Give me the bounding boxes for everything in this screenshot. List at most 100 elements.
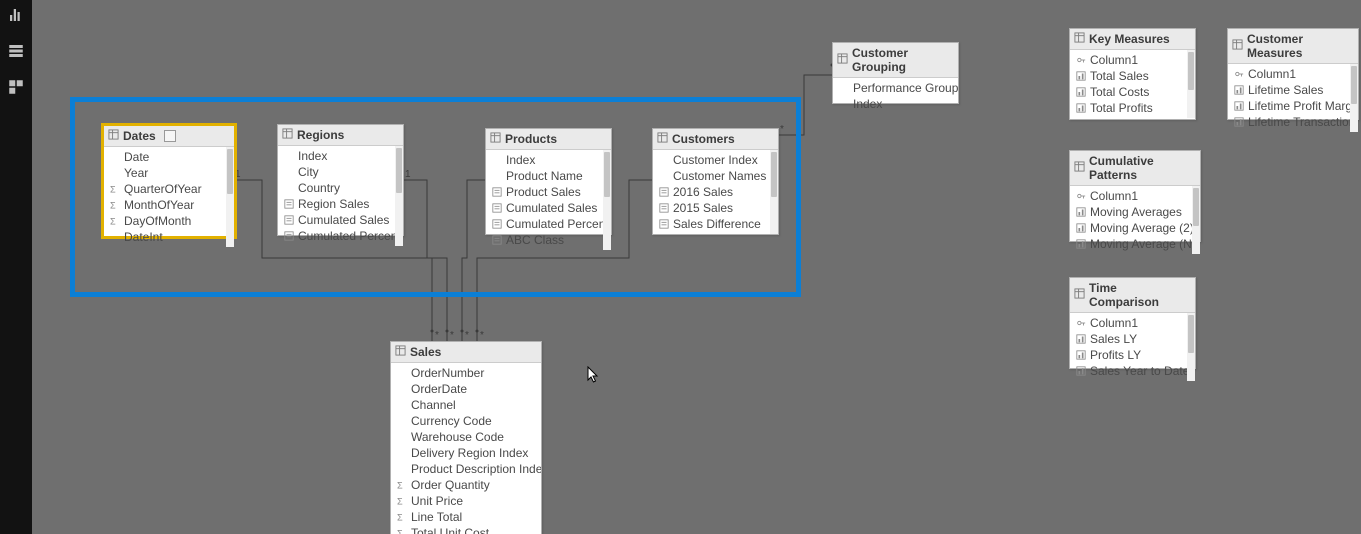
field-row[interactable]: ΣLine Total [391,509,541,525]
scrollbar[interactable] [1187,313,1195,381]
field-row[interactable]: Lifetime Transactions [1228,114,1358,130]
table-header[interactable]: Regions [278,125,403,146]
field-row[interactable]: Warehouse Code [391,429,541,445]
field-row[interactable]: Sales Year to Date [1070,363,1195,379]
scrollbar-thumb[interactable] [1188,52,1194,90]
field-row[interactable]: Year [104,165,234,181]
field-row[interactable]: Channel [391,397,541,413]
field-row[interactable]: Cumulated Sales [486,200,611,216]
scrollbar-thumb[interactable] [604,152,610,197]
scrollbar[interactable] [1192,186,1200,254]
field-row[interactable]: Customer Names [653,168,778,184]
table-header[interactable]: Time Comparison [1070,278,1195,313]
table-header[interactable]: Key Measures [1070,29,1195,50]
blank-icon [492,155,502,165]
table-keymeasures[interactable]: Key Measures Column1Total SalesTotal Cost… [1069,28,1196,120]
field-row[interactable]: Date [104,149,234,165]
data-view-icon[interactable] [7,42,25,60]
field-row[interactable]: Index [486,152,611,168]
field-row[interactable]: ΣQuarterOfYear [104,181,234,197]
field-row[interactable]: ΣMonthOfYear [104,197,234,213]
scrollbar-thumb[interactable] [1193,188,1199,226]
field-row[interactable]: ΣDayOfMonth [104,213,234,229]
diagram-canvas[interactable]: 1*1*1*1**1 DatesDateYearΣQuarterOfYearΣM… [32,0,1361,534]
field-row[interactable]: 2016 Sales [653,184,778,200]
field-row[interactable]: Column1 [1070,52,1195,68]
table-header[interactable]: Dates [104,126,234,147]
blank-icon [397,448,407,458]
table-header[interactable]: Customer Measures [1228,29,1358,64]
scrollbar[interactable] [603,150,611,250]
scrollbar-thumb[interactable] [396,148,402,193]
field-row[interactable]: ABC Class [486,232,611,248]
field-row[interactable]: OrderDate [391,381,541,397]
field-row[interactable]: Moving Averages [1070,204,1200,220]
field-row[interactable]: 2015 Sales [653,200,778,216]
field-row[interactable]: Profits LY [1070,347,1195,363]
field-row[interactable]: Country [278,180,403,196]
field-row[interactable]: Product Sales [486,184,611,200]
model-view-icon[interactable] [7,78,25,96]
table-icon [1074,32,1085,46]
field-row[interactable]: Moving Average (2) [1070,220,1200,236]
table-timecomp[interactable]: Time Comparison Column1Sales LYProfits LY… [1069,277,1196,369]
field-row[interactable]: Column1 [1070,315,1195,331]
field-row[interactable]: Product Name [486,168,611,184]
table-cumpat[interactable]: Cumulative PatternsColumn1Moving Average… [1069,150,1201,242]
scrollbar-thumb[interactable] [771,152,777,197]
table-header[interactable]: Sales [391,342,541,363]
scrollbar[interactable] [1350,64,1358,132]
table-custmeasures[interactable]: Customer Measures Column1Lifetime SalesLi… [1227,28,1359,120]
scrollbar-thumb[interactable] [1188,315,1194,353]
table-header[interactable]: Customer Grouping [833,43,958,78]
field-label: Region Sales [298,197,369,211]
field-row[interactable]: Region Sales [278,196,403,212]
field-row[interactable]: Sales Difference [653,216,778,232]
sigma-icon: Σ [397,528,407,534]
field-row[interactable]: Index [278,148,403,164]
scrollbar[interactable] [770,150,778,234]
scrollbar-thumb[interactable] [227,149,233,194]
field-row[interactable]: Total Profits [1070,100,1195,116]
field-row[interactable]: Delivery Region Index [391,445,541,461]
scrollbar-thumb[interactable] [1351,66,1357,104]
table-customers[interactable]: CustomersCustomer IndexCustomer Names201… [652,128,779,235]
field-row[interactable]: Product Description Index [391,461,541,477]
svg-text:Σ: Σ [110,216,116,226]
table-dates[interactable]: DatesDateYearΣQuarterOfYearΣMonthOfYearΣ… [102,124,236,238]
field-row[interactable]: City [278,164,403,180]
table-header[interactable]: Products [486,129,611,150]
field-row[interactable]: Cumulated Sales [278,212,403,228]
field-row[interactable]: Column1 [1228,66,1358,82]
field-row[interactable]: DateInt [104,229,234,245]
sigma-icon: Σ [110,216,120,226]
field-row[interactable]: Cumulated Percenta [278,228,403,244]
scrollbar[interactable] [226,147,234,247]
table-regions[interactable]: Regions IndexCityCountryRegion SalesCumul… [277,124,404,236]
scrollbar[interactable] [395,146,403,246]
scrollbar[interactable] [1187,50,1195,118]
table-sales[interactable]: Sales OrderNumberOrderDateChannelCurrency… [390,341,542,534]
field-row[interactable]: Column1 [1070,188,1200,204]
field-row[interactable]: OrderNumber [391,365,541,381]
svg-text:*: * [435,330,439,341]
field-row[interactable]: Total Sales [1070,68,1195,84]
table-header[interactable]: Cumulative Patterns [1070,151,1200,186]
field-row[interactable]: ΣTotal Unit Cost [391,525,541,534]
field-row[interactable]: Customer Index [653,152,778,168]
field-row[interactable]: Currency Code [391,413,541,429]
field-row[interactable]: Index [833,96,958,112]
field-row[interactable]: Sales LY [1070,331,1195,347]
field-row[interactable]: ΣOrder Quantity [391,477,541,493]
report-view-icon[interactable] [7,6,25,24]
field-row[interactable]: Performance Group [833,80,958,96]
table-header[interactable]: Customers [653,129,778,150]
table-custgroup[interactable]: Customer GroupingPerformance GroupIndex [832,42,959,104]
field-row[interactable]: Total Costs [1070,84,1195,100]
table-products[interactable]: ProductsIndexProduct NameProduct SalesCu… [485,128,612,235]
field-row[interactable]: Lifetime Profit Margi [1228,98,1358,114]
field-row[interactable]: Lifetime Sales [1228,82,1358,98]
field-row[interactable]: Cumulated Percenta [486,216,611,232]
field-row[interactable]: Moving Average (No [1070,236,1200,252]
field-row[interactable]: ΣUnit Price [391,493,541,509]
